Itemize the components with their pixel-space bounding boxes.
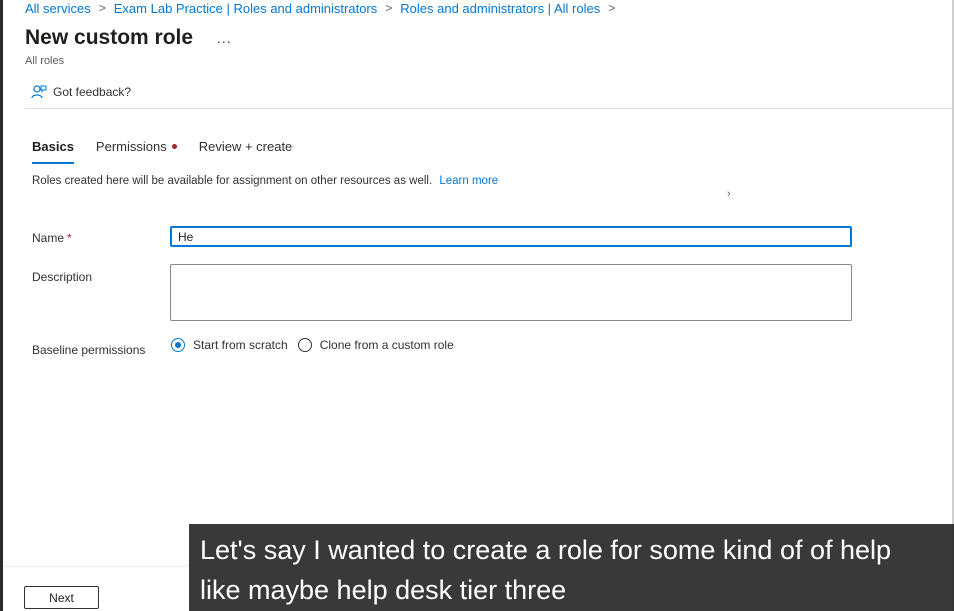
title-row: New custom role ... [25, 26, 232, 50]
tab-label: Basics [32, 139, 74, 154]
description-input[interactable] [170, 264, 852, 321]
required-asterisk: * [67, 231, 72, 245]
tab-basics[interactable]: Basics [32, 139, 74, 164]
baseline-permissions-label: Baseline permissions [32, 343, 146, 357]
chevron-right-icon: > [385, 1, 393, 15]
radio-clone-custom-role[interactable]: Clone from a custom role [297, 338, 454, 352]
baseline-permissions-radio-group: Start from scratch Clone from a custom r… [171, 338, 464, 352]
caption-line-2: like maybe help desk tier three [200, 575, 567, 605]
page-title: New custom role [25, 26, 194, 49]
description-label: Description [32, 270, 93, 284]
tab-bar: Basics Permissions Review + create [32, 139, 314, 164]
name-label-text: Name [32, 231, 65, 245]
chevron-right-icon: > [608, 1, 616, 15]
chevron-right-icon: > [98, 1, 106, 15]
info-text: Roles created here will be available for… [32, 175, 433, 187]
mouse-cursor-icon: › [727, 188, 731, 200]
radio-start-from-scratch[interactable]: Start from scratch [171, 338, 288, 352]
tab-permissions[interactable]: Permissions [96, 139, 177, 162]
radio-label: Clone from a custom role [319, 338, 454, 352]
breadcrumb-all-services[interactable]: All services [25, 1, 91, 16]
window-left-edge [0, 0, 3, 611]
name-label: Name * [32, 231, 72, 245]
radio-checked-icon [171, 338, 185, 352]
feedback-icon [31, 85, 47, 99]
error-dot-icon [171, 144, 177, 149]
header-divider [25, 108, 952, 109]
feedback-label: Got feedback? [53, 85, 132, 99]
learn-more-link[interactable]: Learn more [439, 175, 498, 187]
tab-label: Review + create [198, 139, 293, 154]
tab-label: Permissions [95, 139, 167, 154]
breadcrumb: All services > Exam Lab Practice | Roles… [25, 0, 623, 16]
info-text-row: Roles created here will be available for… [32, 175, 498, 187]
more-options-button[interactable]: ... [217, 30, 232, 46]
radio-unchecked-icon [297, 338, 312, 352]
caption-line-1: Let's say I wanted to create a role for … [200, 535, 892, 565]
breadcrumb-all-roles[interactable]: Roles and administrators | All roles [400, 1, 600, 16]
breadcrumb-roles-and-administrators[interactable]: Exam Lab Practice | Roles and administra… [114, 1, 378, 16]
radio-label: Start from scratch [193, 338, 288, 352]
name-input[interactable] [170, 226, 852, 247]
video-caption: Let's say I wanted to create a role for … [189, 524, 954, 611]
next-button[interactable]: Next [24, 586, 99, 609]
feedback-button[interactable]: Got feedback? [31, 84, 131, 100]
page-subtitle: All roles [25, 55, 65, 67]
tab-review-create[interactable]: Review + create [199, 139, 293, 162]
